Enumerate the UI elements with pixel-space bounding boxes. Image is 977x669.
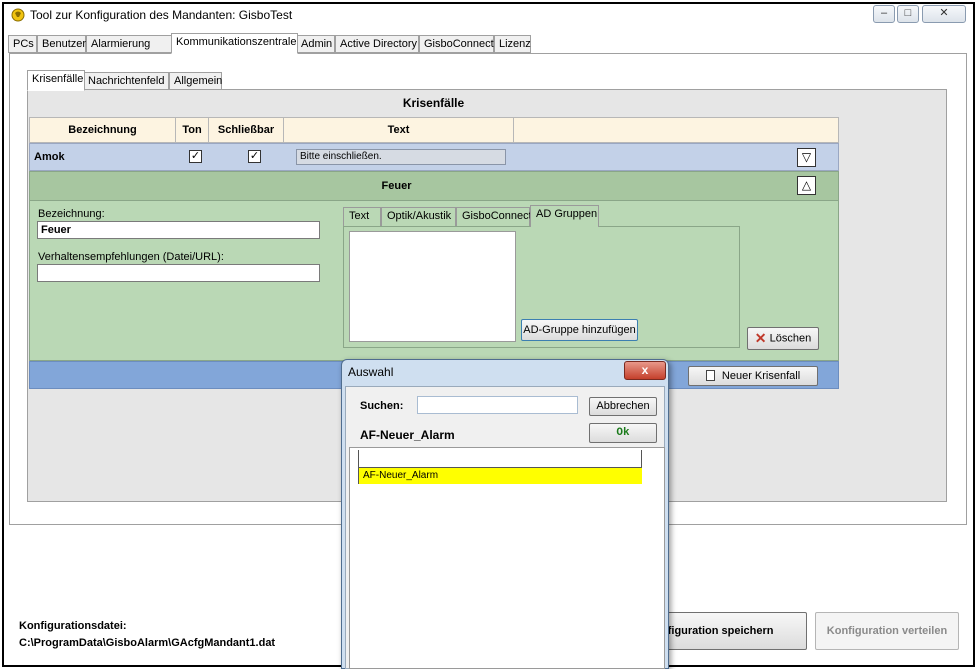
minimize-button[interactable]: –: [873, 5, 895, 23]
tab-benutzer[interactable]: Benutzer: [37, 35, 86, 53]
ad-groups-list[interactable]: [349, 231, 516, 342]
selected-name: AF-Neuer_Alarm: [360, 428, 455, 442]
dialog-close-button[interactable]: x: [624, 361, 666, 380]
grid-header: Bezeichnung Ton Schließbar Text: [29, 117, 839, 143]
delete-button[interactable]: ✕ Löschen: [747, 327, 819, 350]
row-text-field[interactable]: Bitte einschließen.: [296, 149, 506, 165]
expand-button[interactable]: ▽: [797, 148, 816, 167]
verhalten-label: Verhaltensempfehlungen (Datei/URL):: [38, 251, 224, 263]
row-name: Amok: [34, 151, 65, 163]
config-file-path: C:\ProgramData\GisboAlarm\GAcfgMandant1.…: [19, 637, 276, 649]
col-empty: [514, 118, 838, 142]
search-label: Suchen:: [360, 400, 404, 412]
tab-admin[interactable]: Admin: [296, 35, 335, 53]
tab-kommunikationszentrale[interactable]: Kommunikationszentrale: [171, 33, 298, 54]
expanded-title: Feuer: [381, 180, 412, 192]
ton-checkbox[interactable]: ✓: [189, 150, 202, 163]
bezeichnung-label: Bezeichnung:: [38, 208, 105, 220]
tab-nachrichtenfeld[interactable]: Nachrichtenfeld: [83, 72, 169, 90]
list-item[interactable]: AF-Neuer_Alarm: [358, 468, 642, 484]
tab-lizenz[interactable]: Lizenz: [494, 35, 531, 53]
collapse-button[interactable]: △: [797, 176, 816, 195]
tab-pcs[interactable]: PCs: [8, 35, 37, 53]
tab-optik-akustik[interactable]: Optik/Akustik: [381, 207, 456, 226]
tab-ad-gruppen[interactable]: AD Gruppen: [530, 205, 599, 227]
cancel-button[interactable]: Abbrechen: [589, 397, 657, 416]
tab-gisboconnect-detail[interactable]: GisboConnect: [456, 207, 532, 226]
window-title: Tool zur Konfiguration des Mandanten: Gi…: [30, 8, 293, 22]
chevron-down-icon: ▽: [801, 150, 812, 164]
minimize-icon: –: [880, 7, 888, 19]
col-text: Text: [284, 118, 514, 142]
col-ton: Ton: [176, 118, 209, 142]
detail-tab-strip: Text Optik/Akustik GisboConnect AD Grupp…: [343, 205, 603, 227]
maximize-icon: □: [904, 7, 912, 19]
maximize-button[interactable]: □: [897, 5, 919, 23]
chevron-up-icon: △: [801, 178, 812, 192]
app-icon: [10, 7, 26, 23]
crisis-title: Krisenfälle: [402, 96, 465, 110]
new-crisis-label: Neuer Krisenfall: [721, 370, 801, 382]
tab-gisboconnect[interactable]: GisboConnect: [419, 35, 494, 53]
bezeichnung-input[interactable]: Feuer: [37, 221, 320, 239]
search-input[interactable]: [417, 396, 578, 414]
config-file-label: Konfigurationsdatei:: [19, 620, 127, 632]
close-icon: ✕: [939, 7, 949, 19]
add-ad-group-button[interactable]: AD-Gruppe hinzufügen: [521, 319, 638, 341]
close-button[interactable]: ✕: [922, 5, 966, 23]
dialog-title: Auswahl: [348, 365, 394, 379]
list-header: [358, 450, 642, 468]
tab-alarmierung[interactable]: Alarmierung: [86, 35, 173, 53]
delete-x-icon: ✕: [754, 330, 767, 346]
distribute-config-button[interactable]: Konfiguration verteilen: [815, 612, 959, 650]
col-schliessbar: Schließbar: [209, 118, 284, 142]
ok-button[interactable]: Ok: [589, 423, 657, 443]
tab-krisenfaelle[interactable]: Krisenfälle: [27, 70, 85, 91]
new-document-icon: [705, 370, 715, 381]
verhalten-input[interactable]: [37, 264, 320, 282]
col-bezeichnung: Bezeichnung: [30, 118, 176, 142]
new-crisis-button[interactable]: Neuer Krisenfall: [688, 366, 818, 386]
delete-label: Löschen: [769, 332, 812, 345]
tab-allgemein[interactable]: Allgemein: [169, 72, 222, 90]
tab-active-directory[interactable]: Active Directory: [335, 35, 419, 53]
schliessbar-checkbox[interactable]: ✓: [248, 150, 261, 163]
close-icon: x: [641, 363, 649, 377]
tab-text[interactable]: Text: [343, 207, 381, 226]
